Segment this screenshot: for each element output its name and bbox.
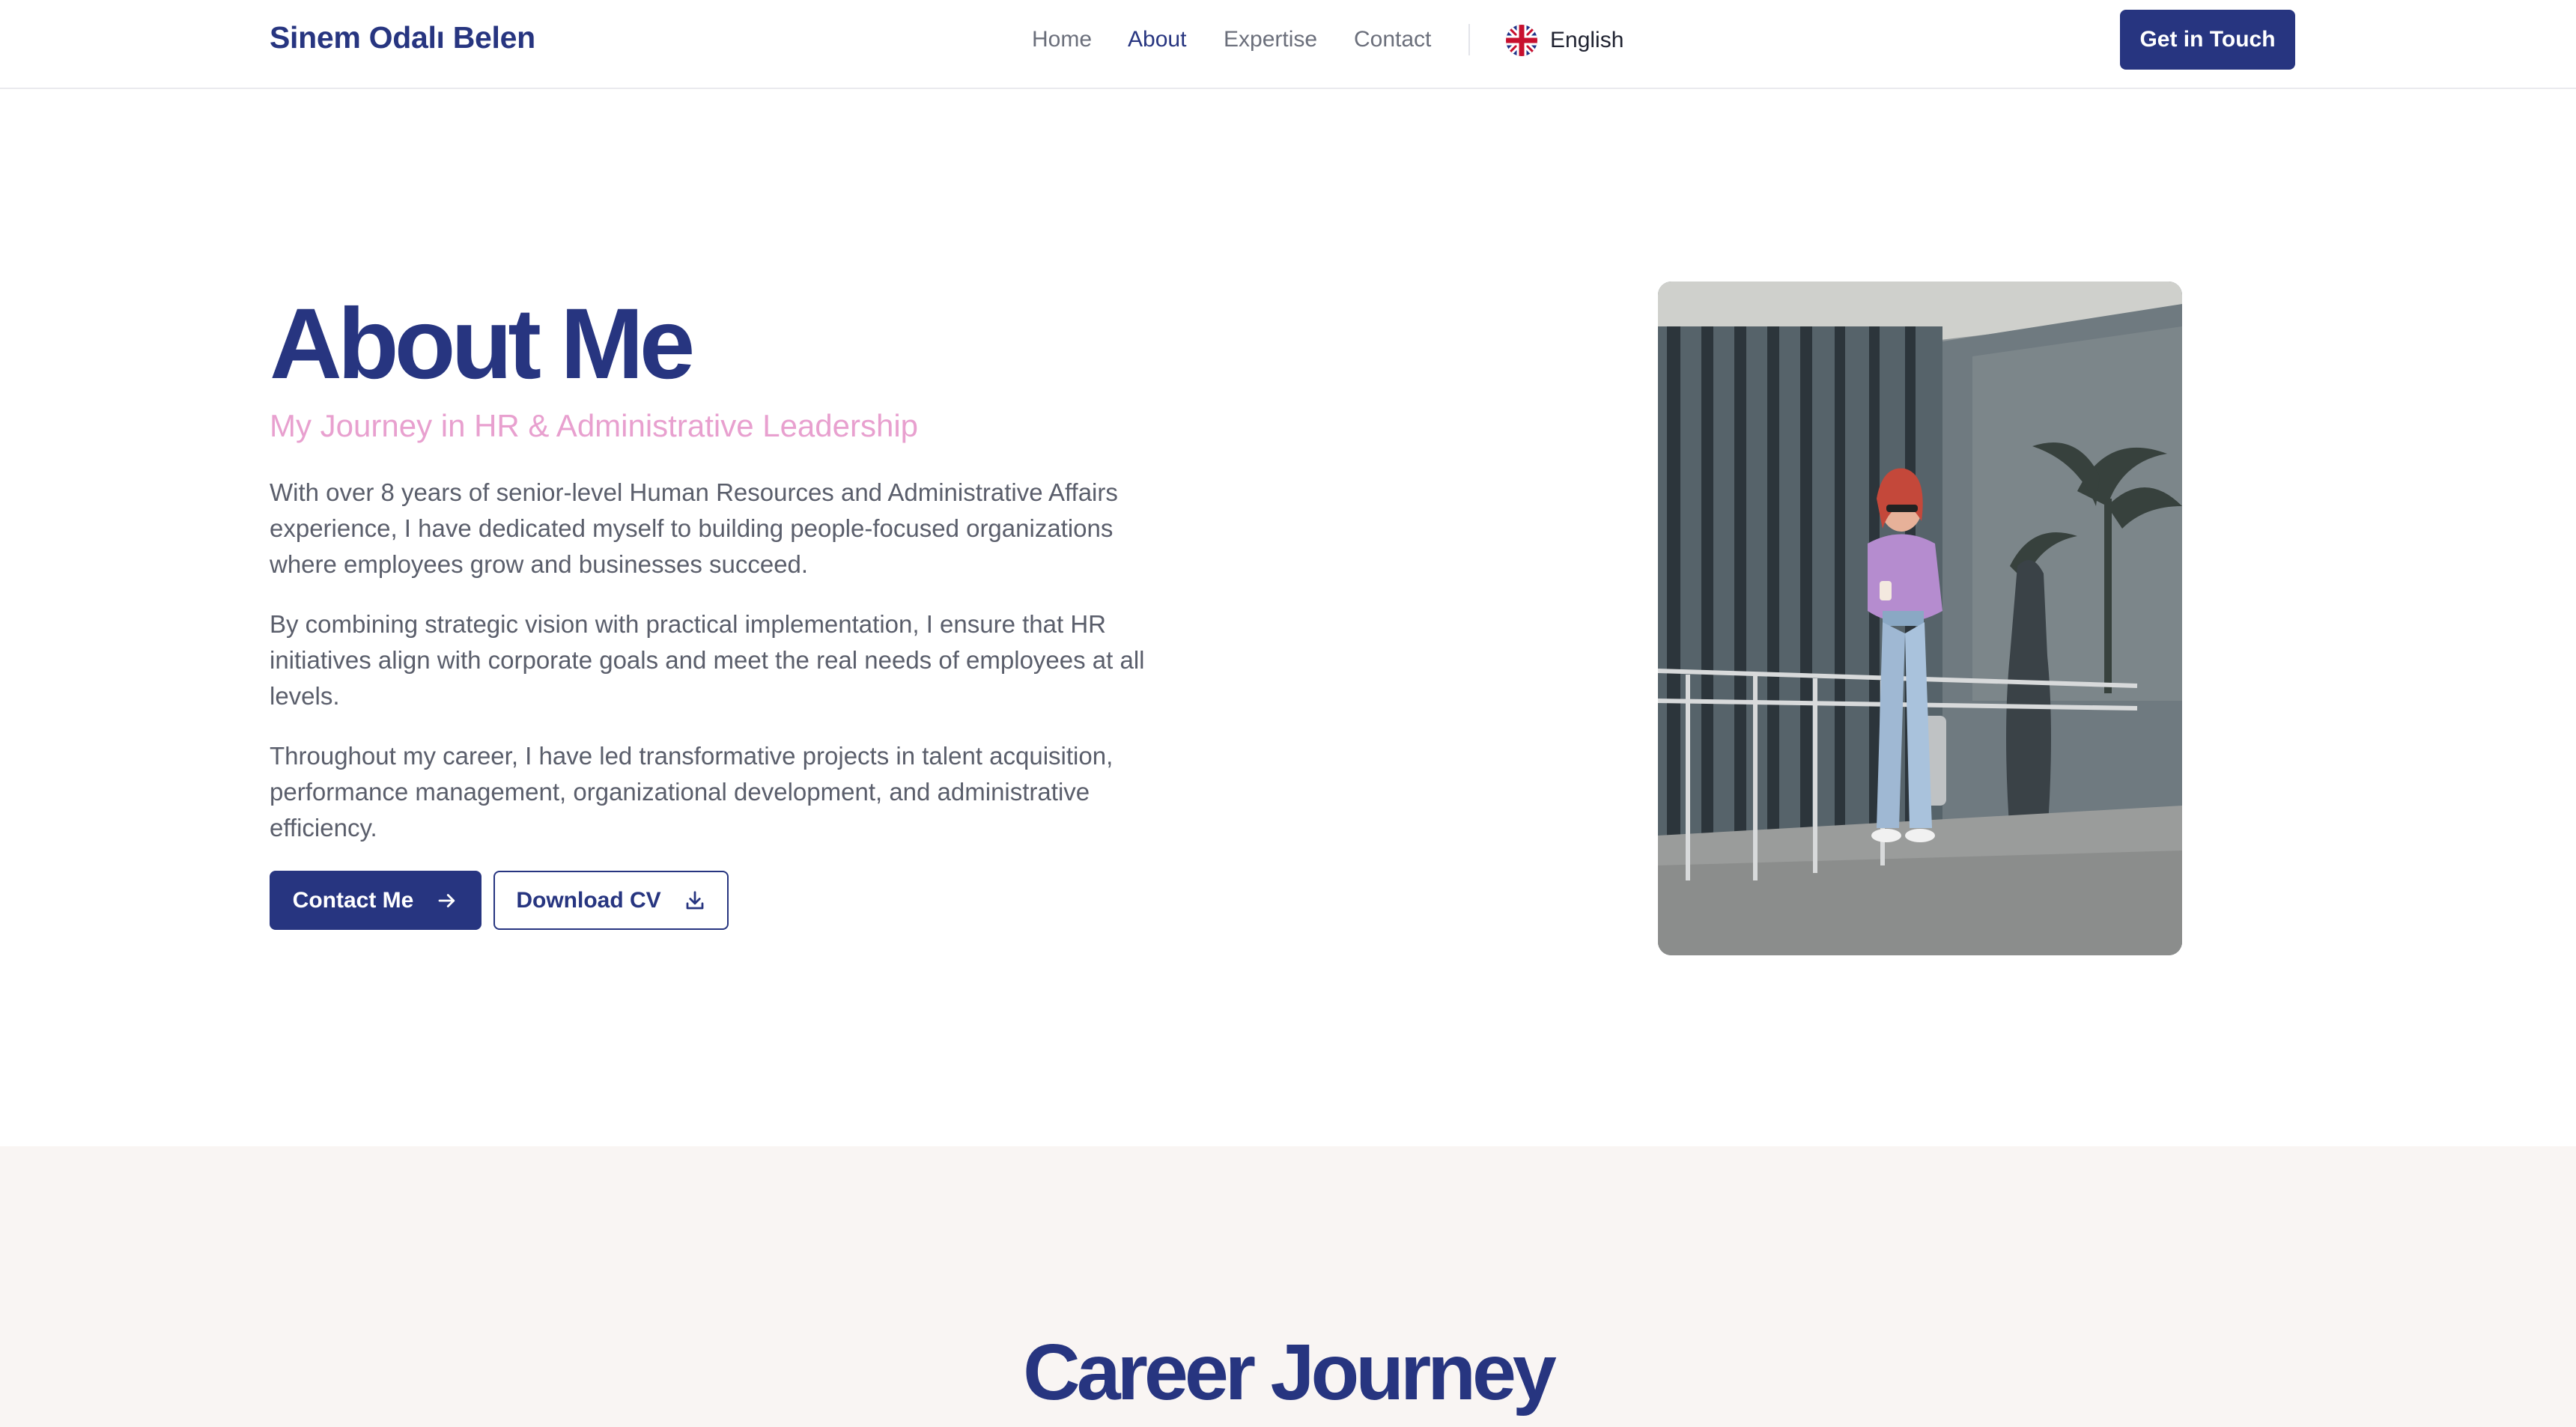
page-title: About Me [270, 288, 695, 400]
download-cv-button[interactable]: Download CV [493, 871, 729, 930]
page-subtitle: My Journey in HR & Administrative Leader… [270, 408, 919, 443]
download-icon [686, 890, 704, 909]
site-header: Sinem Odalı Belen Home About Expertise C… [0, 0, 2576, 89]
career-journey-title: Career Journey [1023, 1328, 1557, 1417]
about-paragraph-3: Throughout my career, I have led transfo… [270, 742, 1114, 842]
get-in-touch-button[interactable]: Get in Touch [2120, 10, 2295, 70]
profile-photo [1658, 282, 2182, 955]
uk-flag-icon [1506, 25, 1537, 56]
language-label: English [1550, 28, 1624, 52]
nav-divider [1468, 24, 1470, 55]
about-paragraph-1: With over 8 years of senior-level Human … [270, 478, 1118, 578]
contact-me-label: Contact Me [292, 887, 414, 913]
about-paragraph-2: By combining strategic vision with pract… [270, 610, 1145, 710]
nav-home[interactable]: Home [1032, 27, 1092, 52]
about-page: Sinem Odalı Belen Home About Expertise C… [0, 0, 2576, 1427]
contact-me-button[interactable]: Contact Me [270, 871, 482, 930]
nav-about[interactable]: About [1128, 27, 1186, 52]
download-cv-label: Download CV [516, 887, 661, 913]
language-selector[interactable]: English [1505, 23, 1623, 58]
nav-expertise[interactable]: Expertise [1224, 27, 1317, 52]
arrow-right-icon [438, 893, 455, 907]
nav-contact[interactable]: Contact [1354, 27, 1431, 52]
brand-logo[interactable]: Sinem Odalı Belen [270, 20, 535, 55]
